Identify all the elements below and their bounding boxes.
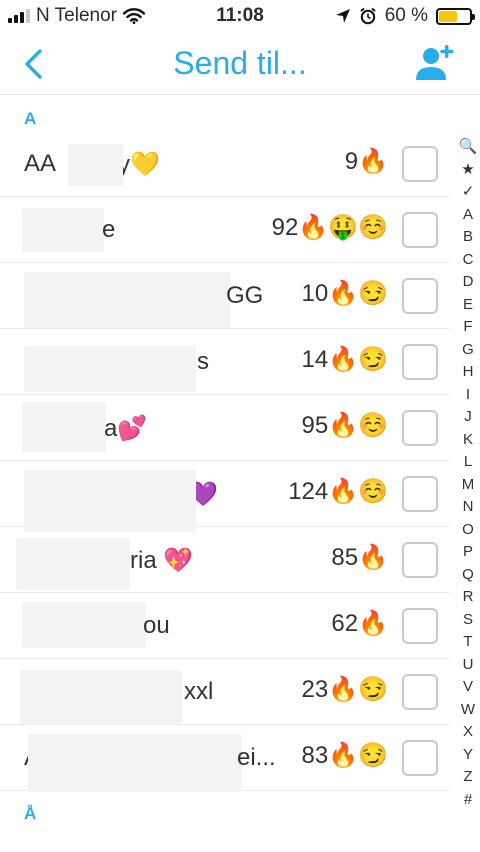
section-header-aa: Å: [24, 804, 37, 823]
streak-score: 14🔥😏: [301, 346, 388, 373]
index-letter[interactable]: H: [458, 361, 478, 384]
redaction-blur: [22, 208, 104, 252]
index-letter[interactable]: T: [458, 631, 478, 654]
contact-name: ria 💖: [130, 547, 194, 574]
select-checkbox[interactable]: [402, 476, 438, 512]
index-letter[interactable]: U: [458, 654, 478, 677]
select-checkbox[interactable]: [402, 608, 438, 644]
alphabet-index[interactable]: 🔍 ★ ✓ A B C D E F G H I J K L M N O P Q R S T U V W X Y Z #: [458, 136, 478, 811]
streak-score: 23🔥😏: [301, 676, 388, 703]
index-letter[interactable]: S: [458, 609, 478, 632]
contact-row[interactable]: GG 10🔥😏: [0, 262, 450, 329]
index-letter[interactable]: M: [458, 474, 478, 497]
streak-score: 85🔥: [331, 544, 388, 571]
redaction-blur: [28, 734, 242, 792]
index-letter[interactable]: Y: [458, 744, 478, 767]
select-checkbox[interactable]: [402, 146, 438, 182]
contact-name: GG: [226, 282, 264, 309]
select-checkbox[interactable]: [402, 278, 438, 314]
index-letter[interactable]: D: [458, 271, 478, 294]
index-letter[interactable]: 🔍: [458, 136, 478, 159]
battery-percent: 60 %: [384, 5, 428, 26]
select-checkbox[interactable]: [402, 212, 438, 248]
index-letter[interactable]: F: [458, 316, 478, 339]
index-letter[interactable]: ★: [458, 159, 478, 182]
redaction-blur: [24, 470, 196, 532]
contact-name-suffix: ei...: [237, 744, 276, 771]
battery-icon: [436, 7, 475, 25]
index-letter[interactable]: G: [458, 339, 478, 362]
select-checkbox[interactable]: [402, 410, 438, 446]
index-letter[interactable]: O: [458, 519, 478, 542]
contact-row[interactable]: AA y💛 9🔥: [0, 130, 450, 197]
select-checkbox[interactable]: [402, 740, 438, 776]
index-letter[interactable]: K: [458, 429, 478, 452]
index-letter[interactable]: I: [458, 384, 478, 407]
contact-name: ou: [143, 612, 170, 639]
streak-score: 62🔥: [331, 610, 388, 637]
index-letter[interactable]: Z: [458, 766, 478, 789]
contact-name: xxl: [184, 678, 214, 705]
contact-row[interactable]: A ei... 83🔥😏: [0, 724, 450, 792]
contact-name: AA: [24, 150, 57, 177]
contact-row[interactable]: ria 💖 85🔥: [0, 526, 450, 593]
index-letter[interactable]: X: [458, 721, 478, 744]
contact-row[interactable]: s 14🔥😏: [0, 328, 450, 395]
index-letter[interactable]: J: [458, 406, 478, 429]
index-letter[interactable]: E: [458, 294, 478, 317]
contact-name: s: [197, 348, 209, 375]
section-header-a: A: [24, 109, 37, 128]
index-letter[interactable]: W: [458, 699, 478, 722]
streak-score: 124🔥☺️: [288, 478, 388, 505]
status-bar: N Telenor 11:08 60 %: [0, 0, 480, 32]
contact-row[interactable]: a💕 95🔥☺️: [0, 394, 450, 461]
contact-row[interactable]: e 92🔥🤑☺️: [0, 196, 450, 263]
contact-row[interactable]: xxl 23🔥😏: [0, 658, 450, 725]
redaction-blur: [22, 602, 146, 648]
page-title: Send til...: [173, 45, 307, 81]
index-letter[interactable]: A: [458, 204, 478, 227]
index-letter[interactable]: N: [458, 496, 478, 519]
location-arrow-icon: [335, 9, 350, 23]
index-letter[interactable]: L: [458, 451, 478, 474]
redaction-blur: [20, 670, 182, 724]
contact-name: e: [102, 216, 116, 243]
streak-score: 10🔥😏: [301, 280, 388, 307]
redaction-blur: [16, 538, 130, 590]
index-letter[interactable]: ✓: [458, 181, 478, 204]
contact-name-suffix: y💛: [118, 151, 160, 178]
streak-score: 83🔥😏: [301, 742, 388, 769]
index-letter[interactable]: V: [458, 676, 478, 699]
select-checkbox[interactable]: [402, 344, 438, 380]
battery-fill: [439, 10, 457, 22]
redaction-blur: [68, 144, 123, 186]
index-letter[interactable]: C: [458, 249, 478, 272]
index-letter[interactable]: B: [458, 226, 478, 249]
streak-score: 9🔥: [344, 148, 388, 175]
status-right: 60 %: [335, 5, 475, 27]
streak-score: 95🔥☺️: [301, 412, 388, 439]
nav-bar: Send til...: [0, 32, 480, 95]
contact-name: a💕: [104, 415, 148, 442]
index-letter[interactable]: Q: [458, 564, 478, 587]
index-letter[interactable]: R: [458, 586, 478, 609]
contact-row[interactable]: ou 62🔥: [0, 592, 450, 659]
select-checkbox[interactable]: [402, 674, 438, 710]
redaction-blur: [24, 346, 196, 392]
select-checkbox[interactable]: [402, 542, 438, 578]
redaction-blur: [22, 402, 106, 452]
streak-score: 92🔥🤑☺️: [271, 214, 388, 241]
index-letter[interactable]: P: [458, 541, 478, 564]
index-letter[interactable]: #: [458, 789, 478, 812]
redaction-blur: [24, 272, 230, 328]
contact-row[interactable]: 💜 124🔥☺️: [0, 460, 450, 532]
add-friend-icon[interactable]: [414, 42, 456, 84]
alarm-icon: [360, 7, 376, 25]
